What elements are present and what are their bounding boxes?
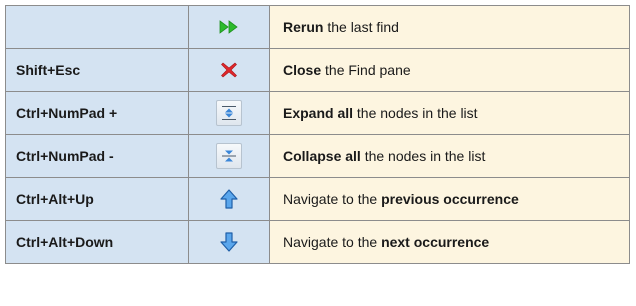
- expand-all-icon: [216, 100, 242, 126]
- table-row: Shift+Esc Close the Find pane: [5, 48, 630, 92]
- description-text: the Find pane: [321, 62, 411, 78]
- icon-cell: [188, 5, 270, 49]
- shortcut-description: Expand all the nodes in the list: [269, 91, 630, 135]
- description-bold: Collapse all: [283, 148, 361, 164]
- shortcut-description: Collapse all the nodes in the list: [269, 134, 630, 178]
- icon-cell: [188, 177, 270, 221]
- shortcut-table: Rerun the last find Shift+Esc Close the …: [5, 5, 630, 264]
- description-text: Navigate to the: [283, 234, 382, 250]
- shortcut-key: Ctrl+NumPad -: [5, 134, 189, 178]
- shortcut-key: [5, 5, 189, 49]
- shortcut-key: Ctrl+NumPad +: [5, 91, 189, 135]
- table-row: Ctrl+Alt+Down Navigate to the next occur…: [5, 220, 630, 264]
- collapse-all-icon: [216, 143, 242, 169]
- description-text: the nodes in the list: [353, 105, 478, 121]
- description-text: Navigate to the: [283, 191, 382, 207]
- close-icon: [216, 57, 242, 83]
- shortcut-key: Shift+Esc: [5, 48, 189, 92]
- icon-cell: [188, 48, 270, 92]
- arrow-up-icon: [216, 186, 242, 212]
- description-text: the nodes in the list: [360, 148, 486, 164]
- description-bold: Close: [283, 62, 322, 78]
- shortcut-key: Ctrl+Alt+Down: [5, 220, 189, 264]
- shortcut-description: Close the Find pane: [269, 48, 630, 92]
- rerun-icon: [216, 14, 242, 40]
- description-bold: Rerun: [283, 19, 324, 35]
- table-row: Rerun the last find: [5, 5, 630, 49]
- table-row: Ctrl+Alt+Up Navigate to the previous occ…: [5, 177, 630, 221]
- description-bold: next occurrence: [381, 234, 490, 250]
- icon-cell: [188, 220, 270, 264]
- table-row: Ctrl+NumPad - Collapse all the nodes in …: [5, 134, 630, 178]
- icon-cell: [188, 91, 270, 135]
- shortcut-table-container: Rerun the last find Shift+Esc Close the …: [0, 0, 636, 306]
- description-bold: previous occurrence: [381, 191, 519, 207]
- description-text: the last find: [323, 19, 399, 35]
- description-bold: Expand all: [283, 105, 354, 121]
- shortcut-key: Ctrl+Alt+Up: [5, 177, 189, 221]
- shortcut-description: Navigate to the next occurrence: [269, 220, 630, 264]
- table-row: Ctrl+NumPad + Expand all the nodes in th…: [5, 91, 630, 135]
- icon-cell: [188, 134, 270, 178]
- shortcut-description: Rerun the last find: [269, 5, 630, 49]
- arrow-down-icon: [216, 229, 242, 255]
- shortcut-description: Navigate to the previous occurrence: [269, 177, 630, 221]
